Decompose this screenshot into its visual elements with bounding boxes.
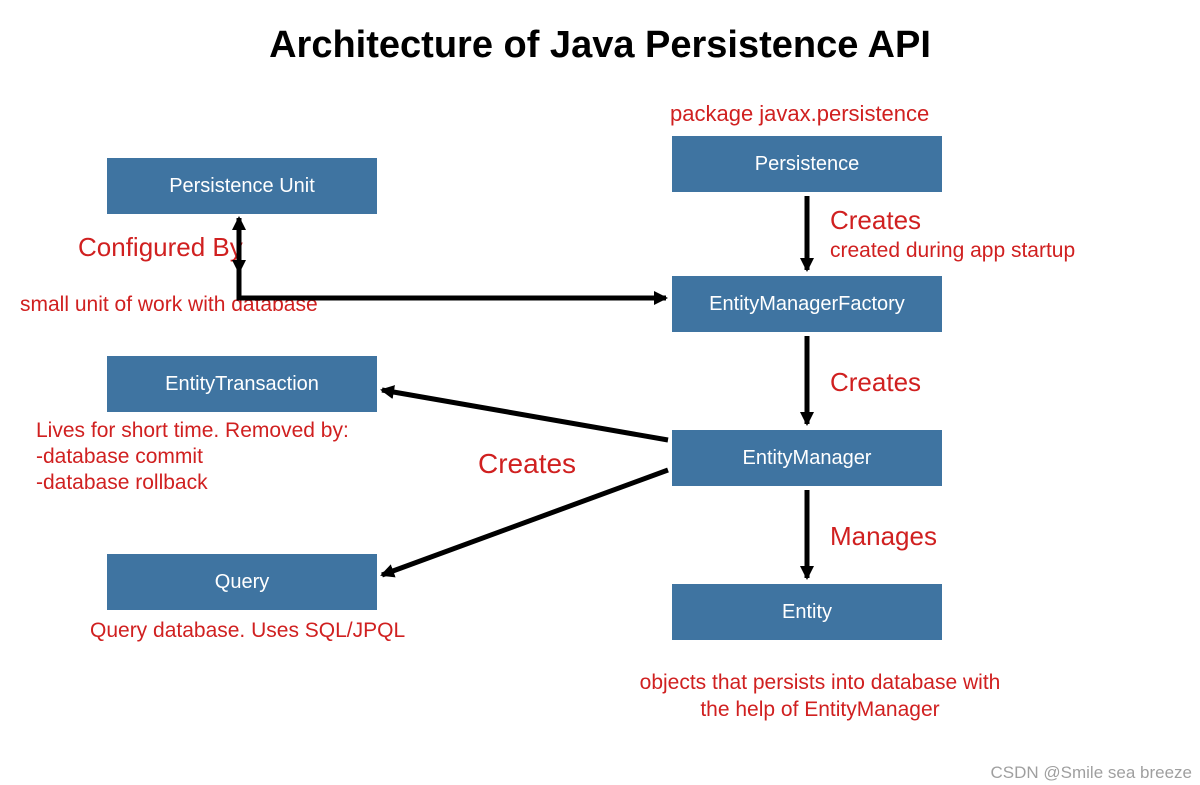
note-tx-life-3: -database rollback bbox=[36, 470, 208, 496]
note-creates-left: Creates bbox=[478, 446, 576, 481]
note-startup: created during app startup bbox=[830, 238, 1075, 264]
note-configured-by: Configured By bbox=[78, 231, 243, 264]
note-small-unit: small unit of work with database bbox=[20, 292, 318, 318]
diagram-title: Architecture of Java Persistence API bbox=[0, 24, 1200, 67]
box-query: Query bbox=[107, 554, 377, 610]
box-entity: Entity bbox=[672, 584, 942, 640]
note-creates-emf: Creates bbox=[830, 204, 921, 237]
note-manages: Manages bbox=[830, 520, 937, 553]
box-persistence-unit: Persistence Unit bbox=[107, 158, 377, 214]
box-entity-manager-factory: EntityManagerFactory bbox=[672, 276, 942, 332]
note-creates-em: Creates bbox=[830, 366, 921, 399]
note-tx-life-1: Lives for short time. Removed by: bbox=[36, 418, 349, 444]
note-entity-desc-2: the help of EntityManager bbox=[560, 697, 1080, 723]
note-query-desc: Query database. Uses SQL/JPQL bbox=[90, 618, 405, 644]
note-package: package javax.persistence bbox=[670, 100, 929, 128]
box-persistence: Persistence bbox=[672, 136, 942, 192]
note-entity-desc-1: objects that persists into database with bbox=[560, 670, 1080, 696]
watermark: CSDN @Smile sea breeze bbox=[991, 763, 1193, 783]
box-entity-manager: EntityManager bbox=[672, 430, 942, 486]
note-tx-life-2: -database commit bbox=[36, 444, 203, 470]
box-entity-transaction: EntityTransaction bbox=[107, 356, 377, 412]
